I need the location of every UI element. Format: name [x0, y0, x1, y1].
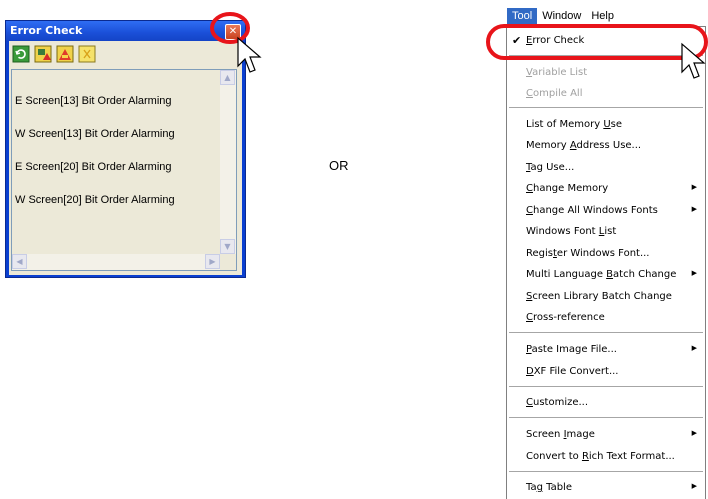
menu-item-label: List of Memory Use: [526, 119, 623, 130]
menu-item-variable-list[interactable]: Variable List: [507, 63, 705, 83]
menu-item-label: Register Windows Font...: [526, 248, 650, 259]
menu-separator: [509, 417, 703, 418]
menu-item-memory-address-use[interactable]: Memory Address Use...: [507, 136, 705, 156]
menu-item-dxf-file-convert[interactable]: DXF File Convert...: [507, 362, 705, 382]
menu-item-label: Variable List: [526, 67, 588, 78]
submenu-arrow-icon: ▶: [691, 269, 697, 277]
menu-item-label: Customize...: [526, 397, 589, 408]
menu-item-change-memory[interactable]: Change Memory ▶: [507, 179, 705, 199]
menu-item-label: Multi Language Batch Change: [526, 269, 677, 280]
highlight-rounded-annotation: [486, 24, 708, 60]
toolbar: [12, 45, 96, 65]
error-lines: E Screen[13] Bit Order Alarming W Screen…: [15, 74, 175, 228]
submenu-arrow-icon: ▶: [691, 183, 697, 191]
menu-item-tag-table[interactable]: Tag Table ▶: [507, 478, 705, 498]
menu-separator: [509, 332, 703, 333]
error-filter-icon[interactable]: [34, 45, 52, 63]
menu-item-multi-language-batch-change[interactable]: Multi Language Batch Change ▶: [507, 265, 705, 285]
submenu-arrow-icon: ▶: [691, 482, 697, 490]
list-item[interactable]: E Screen[13] Bit Order Alarming: [15, 96, 175, 107]
menu-item-label: Compile All: [526, 88, 583, 99]
menu-item-label: DXF File Convert...: [526, 366, 619, 377]
menu-item-label: Tag Table: [526, 482, 572, 493]
menu-item-label: Tag Use...: [526, 162, 575, 173]
mouse-cursor-icon: [681, 42, 706, 79]
menu-item-compile-all[interactable]: Compile All: [507, 84, 705, 104]
scroll-right-icon[interactable]: ▶: [205, 254, 220, 269]
vertical-scrollbar[interactable]: ▲ ▼: [220, 70, 236, 254]
scroll-down-icon[interactable]: ▼: [220, 239, 235, 254]
submenu-arrow-icon: ▶: [691, 344, 697, 352]
menu-item-register-windows-font[interactable]: Register Windows Font...: [507, 244, 705, 264]
scroll-left-icon[interactable]: ◀: [12, 254, 27, 269]
tool-menu-dropdown: ✔ Error Check Variable List Compile All …: [506, 26, 706, 499]
mouse-cursor-icon: [237, 36, 262, 73]
menu-item-label: Memory Address Use...: [526, 140, 642, 151]
menu-item-label: Cross-reference: [526, 312, 605, 323]
menu-item-screen-image[interactable]: Screen Image ▶: [507, 425, 705, 445]
menu-item-list-of-memory-use[interactable]: List of Memory Use: [507, 115, 705, 135]
menu-separator: [509, 386, 703, 387]
menu-item-customize[interactable]: Customize...: [507, 393, 705, 413]
menu-item-screen-library-batch-change[interactable]: Screen Library Batch Change: [507, 287, 705, 307]
refresh-icon[interactable]: [12, 45, 30, 63]
menu-item-label: Convert to Rich Text Format...: [526, 451, 675, 462]
menu-item-label: Change All Windows Fonts: [526, 205, 658, 216]
window-title: Error Check: [10, 24, 83, 37]
warning-filter-icon[interactable]: [56, 45, 74, 63]
submenu-arrow-icon: ▶: [691, 429, 697, 437]
menu-item-paste-image-file[interactable]: Paste Image File... ▶: [507, 340, 705, 360]
menu-item-label: Paste Image File...: [526, 344, 617, 355]
list-item[interactable]: W Screen[13] Bit Order Alarming: [15, 129, 175, 140]
error-list[interactable]: E Screen[13] Bit Order Alarming W Screen…: [11, 69, 237, 271]
horizontal-scrollbar[interactable]: ◀ ▶: [12, 254, 220, 270]
info-filter-icon[interactable]: [78, 45, 96, 63]
menu-separator: [509, 107, 703, 108]
list-item[interactable]: E Screen[20] Bit Order Alarming: [15, 162, 175, 173]
menu-item-windows-font-list[interactable]: Windows Font List: [507, 222, 705, 242]
menu-item-change-all-windows-fonts[interactable]: Change All Windows Fonts ▶: [507, 201, 705, 221]
list-item[interactable]: W Screen[20] Bit Order Alarming: [15, 195, 175, 206]
menu-item-label: Screen Library Batch Change: [526, 291, 672, 302]
menu-item-cross-reference[interactable]: Cross-reference: [507, 308, 705, 328]
menu-item-label: Change Memory: [526, 183, 609, 194]
menu-item-tag-use[interactable]: Tag Use...: [507, 158, 705, 178]
menu-separator: [509, 471, 703, 472]
or-label: OR: [329, 158, 349, 173]
menu-item-label: Windows Font List: [526, 226, 617, 237]
menu-item-label: Screen Image: [526, 429, 595, 440]
submenu-arrow-icon: ▶: [691, 205, 697, 213]
menu-item-convert-to-rich-text-format[interactable]: Convert to Rich Text Format...: [507, 447, 705, 467]
